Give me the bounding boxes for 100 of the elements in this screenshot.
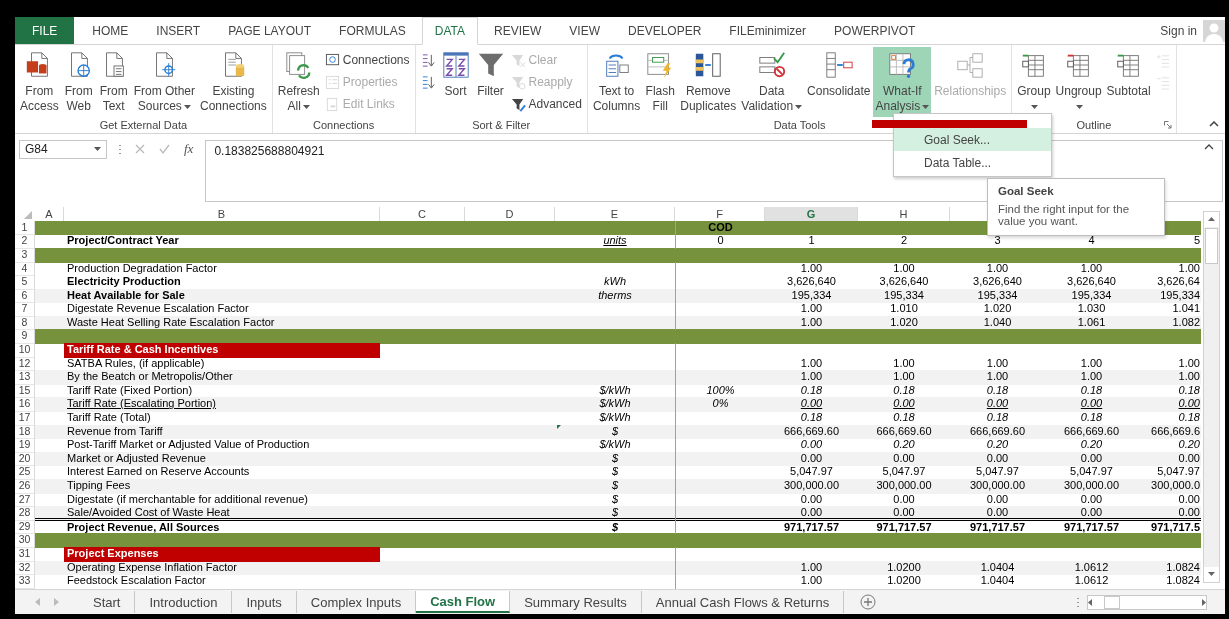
collapse-ribbon-icon[interactable]	[1209, 120, 1219, 127]
horizontal-scrollbar[interactable]	[1087, 594, 1207, 610]
ribbon-button[interactable]: Filter	[473, 47, 508, 117]
ribbon-button[interactable]: Ungroup	[1053, 47, 1104, 117]
menu-item[interactable]: Goal Seek...	[894, 128, 1051, 151]
ribbon-button[interactable]: Refresh All	[275, 47, 322, 117]
column-header[interactable]: G	[765, 206, 858, 223]
add-sheet-icon[interactable]	[860, 594, 877, 610]
table-cell-text: 0.18	[892, 411, 916, 426]
row-label: Electricity Production	[66, 275, 182, 290]
group-label: Connections	[313, 117, 375, 133]
connections-icon	[324, 52, 340, 68]
menu-item[interactable]: Data Table...	[894, 151, 1051, 174]
ribbon-button[interactable]: From Web	[61, 47, 96, 117]
enter-icon[interactable]	[159, 144, 170, 155]
vertical-scrollbar[interactable]	[1203, 210, 1220, 583]
row-header[interactable]: 29	[15, 519, 35, 535]
row-label: Sale/Avoided Cost of Waste Heat	[66, 506, 231, 521]
ribbon-tab[interactable]: VIEW	[557, 17, 612, 44]
ribbon-tab[interactable]: PAGE LAYOUT	[216, 17, 324, 44]
row-header[interactable]: 10	[15, 343, 35, 358]
ribbon-button[interactable]: Sort	[438, 47, 473, 117]
cancel-icon[interactable]	[135, 144, 145, 155]
ribbon-button[interactable]: Connections	[322, 51, 412, 69]
table-cell-text: 1.0824	[1165, 560, 1201, 575]
caret-down-icon	[1208, 572, 1215, 577]
scroll-up-button[interactable]	[1204, 211, 1219, 227]
sheet-tab[interactable]: Cash Flow	[416, 591, 511, 613]
scroll-thumb[interactable]	[1205, 227, 1218, 264]
ribbon-tab[interactable]: FILE	[15, 17, 75, 44]
ribbon-tab[interactable]: DATA	[421, 17, 478, 45]
ribbon-tab[interactable]: HOME	[80, 17, 141, 44]
ribbon-tab[interactable]: FILEminimizer	[717, 17, 819, 44]
table-cell-text: 1.040	[982, 315, 1013, 330]
ribbon-button[interactable]: Data Validation	[739, 47, 805, 117]
row-header[interactable]: 33	[15, 574, 35, 589]
scroll-thumb[interactable]	[1104, 595, 1120, 609]
row-header[interactable]: 12	[15, 356, 35, 372]
row-header[interactable]: 31	[15, 547, 35, 562]
table-cell: 0%	[675, 397, 765, 413]
diagram-icon	[955, 50, 986, 80]
group-label: Outline	[1076, 117, 1112, 133]
ribbon-button[interactable]: Consolidate	[805, 47, 873, 117]
row-header[interactable]: 27	[15, 492, 35, 508]
ribbon-button[interactable]: Text to Columns	[590, 47, 643, 117]
table-cell-text: 0.18	[799, 411, 824, 426]
next-sheet-icon[interactable]	[54, 598, 59, 606]
ribbon-button[interactable]: Remove Duplicates	[678, 47, 739, 117]
sheet-tab[interactable]: Introduction	[135, 591, 233, 613]
collapse-icon[interactable]	[1204, 143, 1214, 150]
ribbon-button[interactable]: From Text	[96, 47, 131, 117]
ribbon-button[interactable]: Advanced	[508, 95, 584, 113]
row-label: Tariff Rate (Total)	[66, 411, 152, 426]
caret-right-icon[interactable]	[1202, 598, 1206, 606]
row-label: Tariff Rate (Escalating Portion)	[66, 397, 217, 412]
table-cell-text: 0.18	[1177, 411, 1201, 426]
ribbon-button[interactable]: Existing Connections	[198, 47, 269, 117]
row-header[interactable]: 17	[15, 411, 35, 426]
table-cell-text: 3,626,64	[1156, 275, 1201, 290]
row-header[interactable]: 4	[15, 261, 35, 277]
table-cell-text: 1.010	[889, 302, 919, 317]
table-cell-text: 195,334	[790, 288, 833, 303]
ribbon-tab[interactable]: REVIEW	[482, 17, 554, 44]
table-cell-text: 1.00	[985, 261, 1010, 276]
previous-sheet-icon[interactable]	[35, 598, 40, 606]
ribbon-tab[interactable]: FORMULAS	[327, 17, 418, 44]
scroll-down-button[interactable]	[1204, 566, 1219, 582]
row-header[interactable]: 25	[15, 465, 35, 480]
row-header[interactable]: 2	[15, 234, 35, 249]
table-cell-text: 1.0824	[1165, 574, 1201, 589]
table-cell-text: 300,000.00	[875, 479, 933, 493]
table-cell-text: 0.00	[1177, 492, 1201, 507]
ribbon-button[interactable]: What-If Analysis	[873, 47, 932, 117]
ribbon-button[interactable]: Flash Fill	[643, 47, 678, 117]
ribbon-tab[interactable]: POWERPIVOT	[822, 17, 928, 44]
name-box[interactable]: G84	[19, 139, 107, 159]
insert-function-button[interactable]: fx	[184, 141, 194, 158]
sheet-tab[interactable]: Start	[79, 591, 136, 613]
sheet-tab[interactable]: Inputs	[232, 591, 297, 613]
row-header[interactable]: 19	[15, 438, 35, 453]
row-header[interactable]: 15	[15, 383, 35, 399]
table-cell-text: 1.00	[1177, 261, 1201, 276]
row-label: Project Revenue, All Sources	[66, 520, 221, 535]
table-cell-text: 0.18	[799, 383, 824, 398]
ribbon-tab[interactable]: INSERT	[144, 17, 213, 44]
advanced-filter-icon	[510, 96, 526, 112]
ribbon-tab[interactable]: DEVELOPER	[616, 17, 714, 44]
caret-left-icon[interactable]	[1088, 598, 1092, 606]
ribbon-button[interactable]: From Access	[18, 47, 61, 117]
row-header[interactable]: 7	[15, 302, 35, 317]
sheet-tab[interactable]: Annual Cash Flows & Returns	[641, 591, 845, 613]
sign-in-link[interactable]: Sign in	[1160, 23, 1197, 38]
table-cell-text: 4	[1087, 234, 1096, 249]
dialog-launcher-icon[interactable]	[1163, 120, 1172, 129]
ribbon-button[interactable]: Subtotal	[1104, 47, 1153, 117]
caret-icon	[1031, 104, 1039, 109]
row-label: Tariff Rate (Fixed Portion)	[66, 383, 194, 398]
row-header[interactable]: 5	[15, 275, 35, 290]
sheet-tab[interactable]: Summary Results	[510, 591, 642, 613]
ribbon-button[interactable]: From Other Sources	[131, 47, 198, 117]
